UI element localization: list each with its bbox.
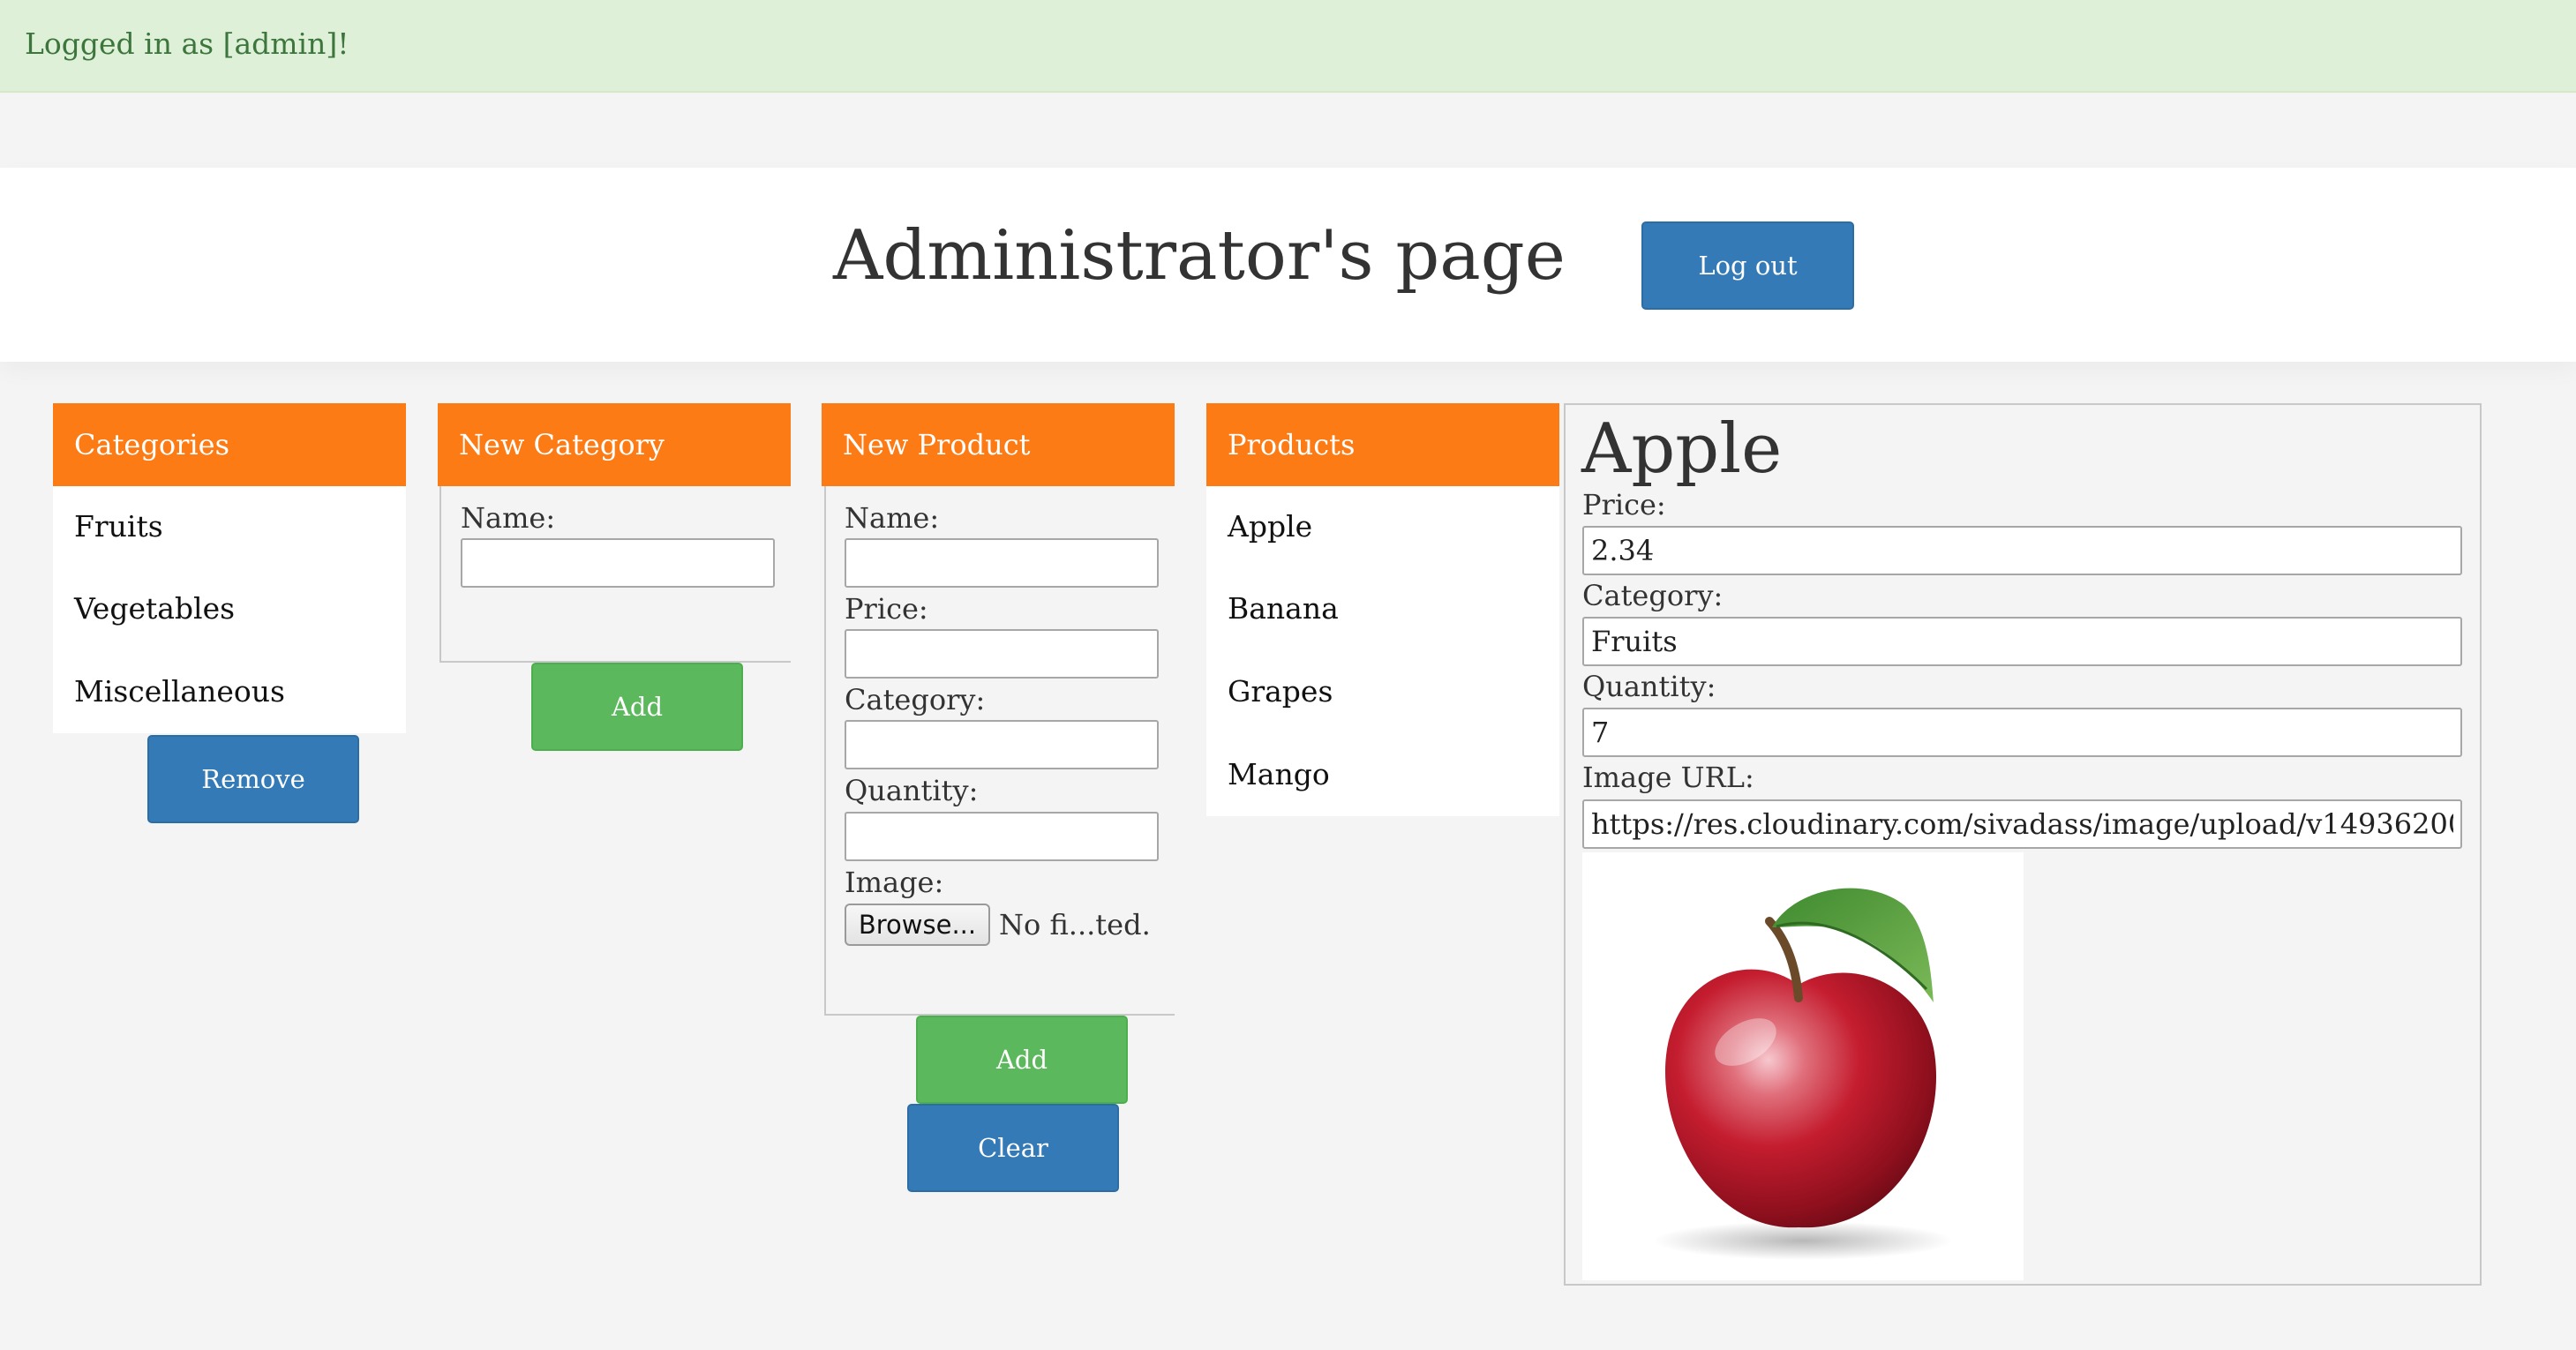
detail-price-input[interactable] — [1582, 526, 2462, 575]
apple-image — [1653, 888, 1953, 1260]
add-product-button[interactable]: Add — [916, 1016, 1128, 1104]
category-item-fruits[interactable]: Fruits — [74, 507, 163, 546]
detail-price-label: Price: — [1582, 488, 1666, 521]
remove-category-button[interactable]: Remove — [147, 735, 359, 823]
new-product-quantity-label: Quantity: — [845, 774, 979, 807]
new-product-name-input[interactable] — [845, 538, 1159, 588]
add-category-button[interactable]: Add — [531, 663, 743, 751]
new-product-name-label: Name: — [845, 501, 940, 535]
new-category-header: New Category — [438, 403, 791, 486]
new-product-quantity-input[interactable] — [845, 812, 1159, 861]
product-item-mango[interactable]: Mango — [1228, 755, 1330, 794]
product-item-apple[interactable]: Apple — [1228, 507, 1312, 546]
page-title: Administrator's page — [833, 216, 1566, 296]
detail-category-input[interactable] — [1582, 617, 2462, 666]
new-product-category-input[interactable] — [845, 720, 1159, 769]
category-item-miscellaneous[interactable]: Miscellaneous — [74, 672, 285, 711]
product-item-grapes[interactable]: Grapes — [1228, 672, 1333, 711]
categories-list: Fruits Vegetables Miscellaneous — [53, 486, 406, 733]
detail-image-url-label: Image URL: — [1582, 761, 1754, 794]
new-product-price-input[interactable] — [845, 629, 1159, 679]
new-product-price-label: Price: — [845, 592, 928, 626]
login-alert: Logged in as [admin]! — [0, 0, 2576, 93]
products-header: Products — [1206, 403, 1559, 486]
new-product-header: New Product — [822, 403, 1175, 486]
new-category-name-input[interactable] — [461, 538, 775, 588]
category-item-vegetables[interactable]: Vegetables — [74, 589, 235, 628]
browse-file-button[interactable]: Browse... — [845, 904, 990, 946]
login-alert-text: Logged in as [admin]! — [25, 26, 349, 61]
categories-header: Categories — [53, 403, 406, 486]
detail-quantity-input[interactable] — [1582, 708, 2462, 757]
detail-quantity-label: Quantity: — [1582, 670, 1716, 703]
new-product-category-label: Category: — [845, 683, 986, 716]
product-image — [1582, 852, 2024, 1280]
detail-category-label: Category: — [1582, 579, 1724, 612]
clear-product-button[interactable]: Clear — [907, 1104, 1119, 1192]
new-category-name-label: Name: — [461, 501, 556, 535]
file-status-text: No fi...ted. — [999, 908, 1151, 941]
new-product-image-label: Image: — [845, 866, 944, 899]
logout-button[interactable]: Log out — [1641, 221, 1854, 310]
product-item-banana[interactable]: Banana — [1228, 589, 1339, 628]
products-list: Apple Banana Grapes Mango — [1206, 486, 1559, 816]
product-detail-name: Apple — [1581, 409, 1783, 489]
detail-image-url-input[interactable] — [1582, 799, 2462, 849]
